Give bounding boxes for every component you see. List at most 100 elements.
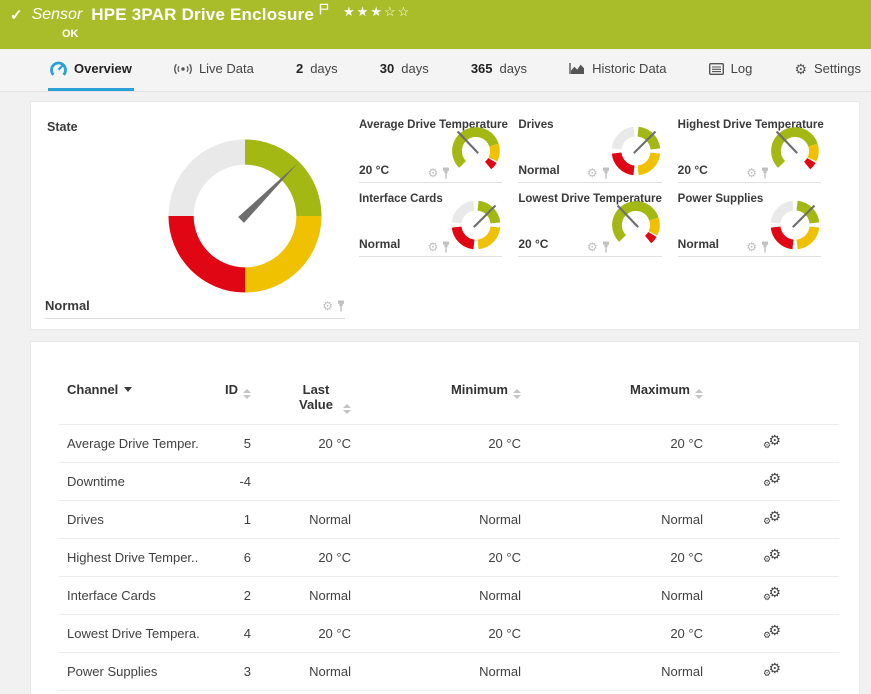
gauge-cell-lowest-drive-temperature: Lowest Drive Temperature 20 °C ⚙ bbox=[518, 190, 661, 257]
sensor-header: ✓ Sensor HPE 3PAR Drive Enclosure ★★★☆☆ … bbox=[0, 0, 871, 49]
gauge-value: Normal bbox=[678, 237, 719, 251]
gear-icon[interactable]: ⚙ bbox=[428, 167, 439, 179]
gear-icon[interactable]: ⚙ bbox=[322, 300, 333, 312]
gauges-panel: State Normal ⚙ Average Drive Temperature bbox=[30, 101, 860, 330]
channel-minimum: Normal bbox=[359, 577, 529, 615]
tab-30-days[interactable]: 30 days bbox=[378, 49, 431, 91]
pin-icon[interactable] bbox=[442, 241, 450, 253]
channel-settings-icon[interactable]: ⚙⚙ bbox=[763, 662, 781, 678]
column-header-id[interactable]: ID bbox=[199, 378, 259, 425]
channel-name: Lowest Drive Tempera... bbox=[59, 615, 199, 653]
gear-icon[interactable]: ⚙ bbox=[587, 241, 598, 253]
channel-settings-icon[interactable]: ⚙⚙ bbox=[763, 548, 781, 564]
area-chart-icon bbox=[569, 62, 585, 75]
channel-name: Interface Cards bbox=[59, 577, 199, 615]
pin-icon[interactable] bbox=[761, 167, 769, 179]
channel-last-value: 20 °C bbox=[259, 425, 359, 463]
channel-last-value: 20 °C bbox=[259, 615, 359, 653]
tab-365-days[interactable]: 365 days bbox=[469, 49, 529, 91]
object-kind-label: Sensor bbox=[32, 6, 83, 24]
gauge-label: Interface Cards bbox=[359, 193, 443, 205]
channels-table: Channel ID Last Value Minimum Maximum Av… bbox=[59, 378, 839, 694]
table-row: Power Supplies 3 Normal Normal Normal ⚙⚙ bbox=[59, 653, 839, 691]
channel-minimum: 20 °C bbox=[359, 425, 529, 463]
gear-icon[interactable]: ⚙ bbox=[428, 241, 439, 253]
column-header-last-value[interactable]: Last Value bbox=[259, 378, 359, 425]
channel-id: -4 bbox=[199, 463, 259, 501]
channel-minimum bbox=[359, 463, 529, 501]
gauge-cell-state: State Normal ⚙ bbox=[45, 112, 345, 319]
channel-maximum: Normal bbox=[529, 501, 711, 539]
gauge-value: Normal bbox=[518, 163, 559, 177]
pin-icon[interactable] bbox=[602, 167, 610, 179]
channel-minimum: Normal bbox=[359, 691, 529, 694]
channel-name: Drives bbox=[59, 501, 199, 539]
sort-icon bbox=[343, 404, 351, 414]
channel-last-value: Normal bbox=[259, 691, 359, 694]
quadrant-gauge bbox=[769, 199, 821, 251]
column-header-channel[interactable]: Channel bbox=[59, 378, 199, 425]
tab-historic-data[interactable]: Historic Data bbox=[567, 49, 668, 91]
pin-icon[interactable] bbox=[442, 167, 450, 179]
status-badge: OK bbox=[62, 28, 859, 40]
priority-flag-icon[interactable] bbox=[319, 2, 329, 20]
channel-name: Average Drive Temper... bbox=[59, 425, 199, 463]
channel-maximum: Normal bbox=[529, 577, 711, 615]
temperature-gauge bbox=[610, 199, 662, 251]
gauge-cell-drives: Drives Normal ⚙ bbox=[518, 116, 661, 183]
gauge-value: Normal bbox=[359, 237, 400, 251]
gear-icon: ⚙ bbox=[794, 62, 807, 76]
channel-maximum: 20 °C bbox=[529, 425, 711, 463]
sensor-title: HPE 3PAR Drive Enclosure bbox=[91, 5, 314, 25]
channel-maximum: Normal bbox=[529, 653, 711, 691]
channel-settings-icon[interactable]: ⚙⚙ bbox=[763, 434, 781, 450]
channel-id: 0 bbox=[199, 691, 259, 694]
channel-id: 4 bbox=[199, 615, 259, 653]
pin-icon[interactable] bbox=[761, 241, 769, 253]
gauge-value: Normal bbox=[45, 298, 90, 313]
gauge-value: 20 °C bbox=[359, 163, 389, 177]
gauge-value: 20 °C bbox=[518, 237, 548, 251]
channel-settings-icon[interactable]: ⚙⚙ bbox=[763, 472, 781, 488]
gear-icon[interactable]: ⚙ bbox=[746, 241, 757, 253]
tab-settings[interactable]: ⚙ Settings bbox=[792, 49, 863, 91]
channel-last-value: Normal bbox=[259, 653, 359, 691]
ok-check-icon: ✓ bbox=[10, 6, 23, 24]
channel-name: State bbox=[59, 691, 199, 694]
pin-icon[interactable] bbox=[337, 300, 345, 312]
channel-settings-icon[interactable]: ⚙⚙ bbox=[763, 586, 781, 602]
channel-last-value: Normal bbox=[259, 501, 359, 539]
gear-icon[interactable]: ⚙ bbox=[746, 167, 757, 179]
channel-id: 2 bbox=[199, 577, 259, 615]
channel-settings-icon[interactable]: ⚙⚙ bbox=[763, 510, 781, 526]
tab-live-data[interactable]: Live Data bbox=[172, 49, 256, 91]
channel-last-value: 20 °C bbox=[259, 539, 359, 577]
channel-minimum: Normal bbox=[359, 501, 529, 539]
column-header-maximum[interactable]: Maximum bbox=[529, 378, 711, 425]
sort-icon bbox=[243, 389, 251, 399]
tab-2-days[interactable]: 2 days bbox=[294, 49, 340, 91]
channel-name: Downtime bbox=[59, 463, 199, 501]
channel-id: 1 bbox=[199, 501, 259, 539]
table-row: State 0 Normal Normal Normal ⚙⚙ bbox=[59, 691, 839, 694]
channel-settings-icon[interactable]: ⚙⚙ bbox=[763, 624, 781, 640]
tab-overview[interactable]: Overview bbox=[48, 49, 134, 91]
channel-id: 3 bbox=[199, 653, 259, 691]
table-row: Downtime -4 ⚙⚙ bbox=[59, 463, 839, 501]
priority-stars[interactable]: ★★★☆☆ bbox=[343, 4, 411, 20]
gauge-cell-highest-drive-temperature: Highest Drive Temperature 20 °C ⚙ bbox=[678, 116, 821, 183]
channel-id: 5 bbox=[199, 425, 259, 463]
table-row: Drives 1 Normal Normal Normal ⚙⚙ bbox=[59, 501, 839, 539]
state-gauge bbox=[161, 132, 329, 300]
gear-icon[interactable]: ⚙ bbox=[587, 167, 598, 179]
channel-minimum: Normal bbox=[359, 653, 529, 691]
gauge-label: Drives bbox=[518, 119, 553, 131]
gauge-cell-average-drive-temperature: Average Drive Temperature 20 °C ⚙ bbox=[359, 116, 502, 183]
column-header-minimum[interactable]: Minimum bbox=[359, 378, 529, 425]
tab-log[interactable]: Log bbox=[707, 49, 755, 91]
gauge-cell-power-supplies: Power Supplies Normal ⚙ bbox=[678, 190, 821, 257]
gauge-value: 20 °C bbox=[678, 163, 708, 177]
sort-icon bbox=[513, 389, 521, 399]
small-gauges-grid: Average Drive Temperature 20 °C ⚙ Drives bbox=[359, 116, 821, 319]
pin-icon[interactable] bbox=[602, 241, 610, 253]
